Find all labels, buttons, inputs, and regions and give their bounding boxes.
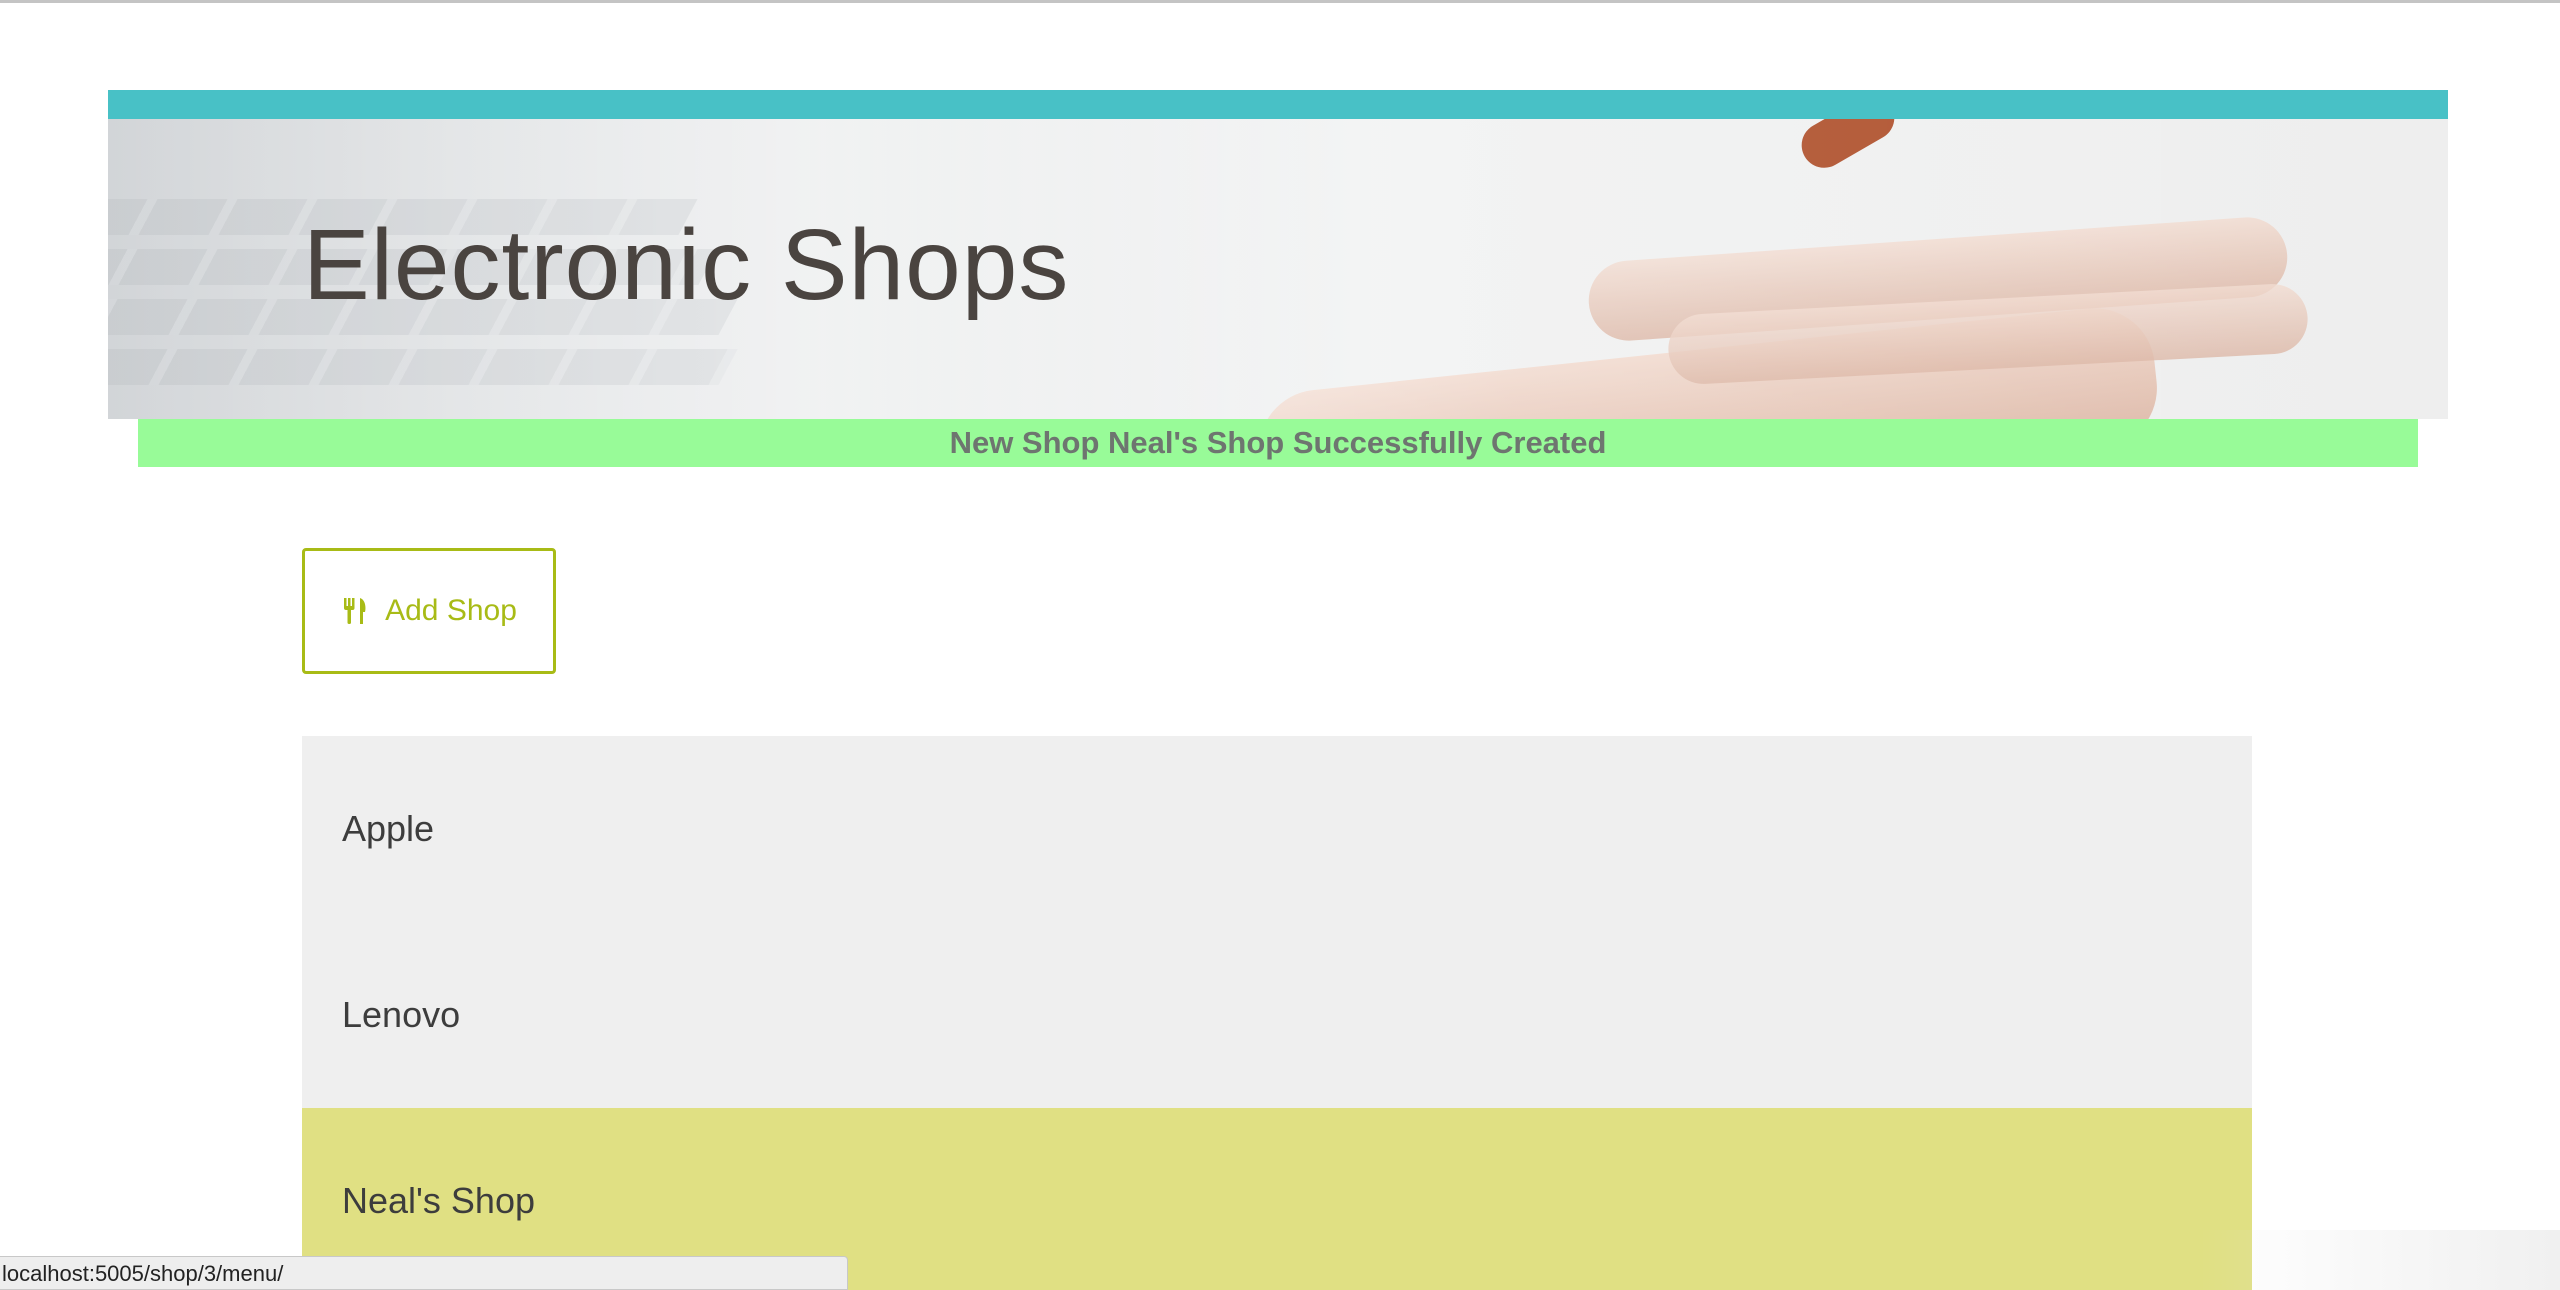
- success-flash-message: New Shop Neal's Shop Successfully Create…: [138, 419, 2418, 467]
- shop-list-item[interactable]: Apple: [302, 736, 2252, 922]
- add-shop-button[interactable]: Add Shop: [302, 548, 556, 674]
- header-accent-bar: [108, 90, 2448, 119]
- cutlery-icon: [341, 596, 371, 626]
- shop-list: Apple Lenovo Neal's Shop: [302, 736, 2252, 1290]
- page-shadow: [2200, 1230, 2560, 1290]
- page-title: Electronic Shops: [303, 209, 1070, 321]
- shop-list-item[interactable]: Lenovo: [302, 922, 2252, 1108]
- browser-top-border: [0, 0, 2560, 3]
- add-shop-label: Add Shop: [385, 594, 517, 627]
- browser-status-url: localhost:5005/shop/3/menu/: [0, 1256, 848, 1290]
